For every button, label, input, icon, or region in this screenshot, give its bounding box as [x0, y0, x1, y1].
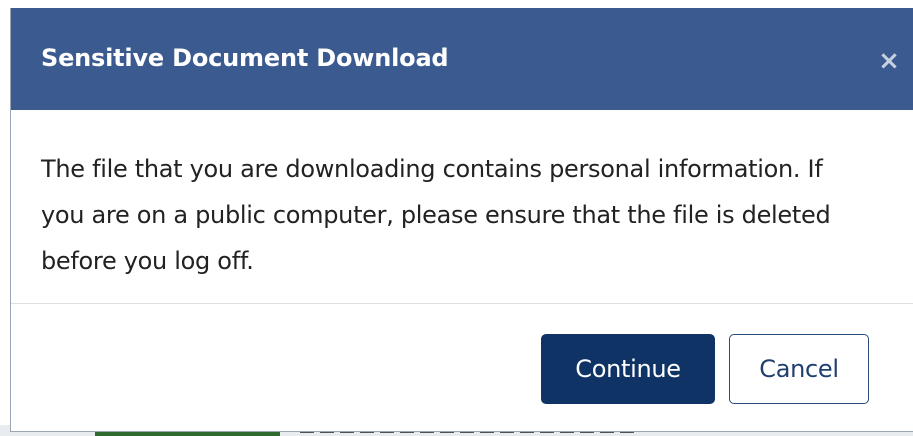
close-icon[interactable]: × [874, 46, 904, 76]
sensitive-download-modal: Sensitive Document Download × The file t… [10, 8, 913, 432]
cancel-button[interactable]: Cancel [729, 334, 869, 404]
continue-button[interactable]: Continue [541, 334, 715, 404]
modal-body: The file that you are downloading contai… [11, 110, 913, 303]
modal-message: The file that you are downloading contai… [41, 155, 831, 275]
modal-title: Sensitive Document Download [41, 44, 449, 72]
modal-header: Sensitive Document Download × [11, 8, 913, 110]
modal-footer: Continue Cancel [11, 304, 913, 432]
